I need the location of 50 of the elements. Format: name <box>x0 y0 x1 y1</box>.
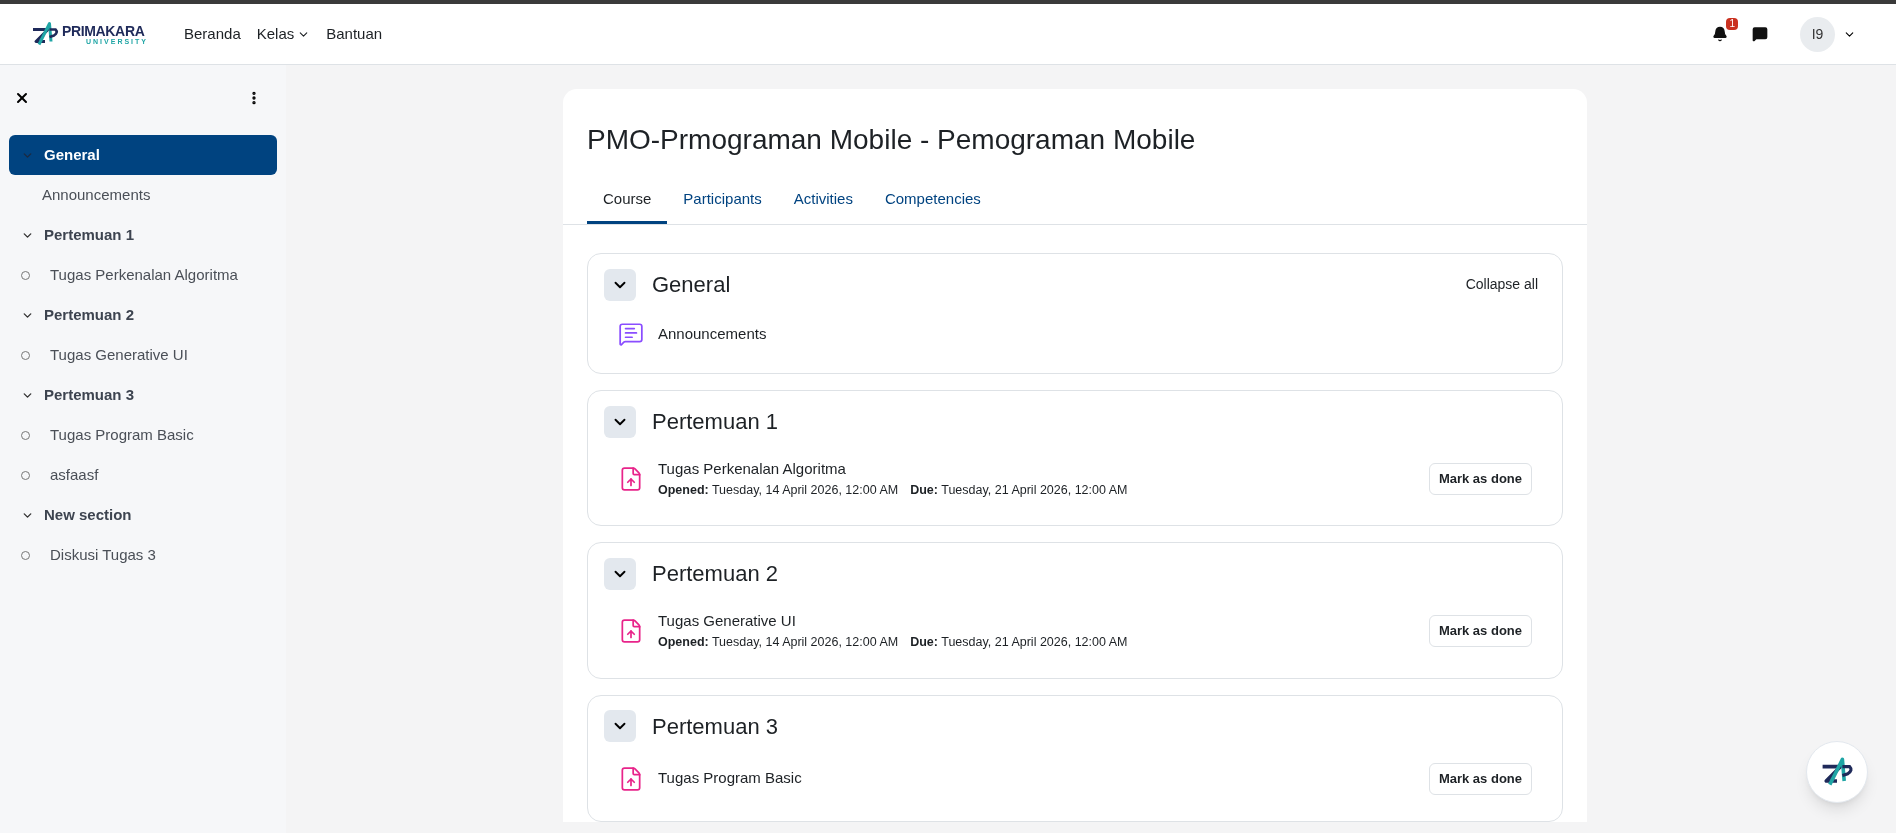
sidebar-section-item[interactable]: New section <box>9 495 277 535</box>
course-tab[interactable]: Participants <box>667 177 778 224</box>
notification-count-badge: 1 <box>1726 18 1738 30</box>
mark-as-done-button[interactable]: Mark as done <box>1428 762 1532 795</box>
sidebar-activity-item[interactable]: Diskusi Tugas 3 <box>9 535 277 575</box>
nav-link[interactable]: Bantuan <box>326 22 383 46</box>
activity-date: Due: Tuesday, 21 April 2026, 12:00 AM <box>910 633 1128 651</box>
section-toggle-button[interactable] <box>604 405 636 438</box>
section-title: Pertemuan 2 <box>652 560 778 589</box>
activity-link[interactable]: Tugas Program Basic <box>658 767 1415 790</box>
nav-link[interactable]: Kelas <box>256 22 311 46</box>
chat-icon <box>1752 26 1768 42</box>
close-icon[interactable] <box>14 90 30 106</box>
course-tab[interactable]: Course <box>587 177 668 224</box>
file-upload-icon <box>618 765 644 792</box>
sidebar-activity-item[interactable]: Announcements <box>0 175 286 215</box>
brand-name: PRIMAKARA <box>62 23 146 38</box>
activity-date: Due: Tuesday, 21 April 2026, 12:00 AM <box>910 481 1128 499</box>
file-upload-icon <box>618 617 644 644</box>
activity-link[interactable]: Tugas Perkenalan Algoritma <box>658 458 1415 481</box>
activity-link[interactable]: Tugas Generative UI <box>658 610 1415 633</box>
section-title: General <box>652 271 731 299</box>
section-title: Pertemuan 1 <box>652 408 778 436</box>
bell-icon <box>1712 26 1728 42</box>
sidebar-section-item[interactable]: Pertemuan 1 <box>9 215 277 255</box>
chat-bubble-icon <box>618 321 644 347</box>
collapse-all-link[interactable]: Collapse all <box>1465 274 1538 295</box>
course-title: PMO-Prmograman Mobile - Pemograman Mobile <box>586 123 1197 157</box>
course-tab[interactable]: Activities <box>777 177 869 224</box>
course-tab[interactable]: Competencies <box>868 177 997 224</box>
mark-as-done-button[interactable]: Mark as done <box>1428 614 1532 647</box>
mark-as-done-button[interactable]: Mark as done <box>1428 462 1532 495</box>
nav-link[interactable]: Beranda <box>184 22 241 46</box>
sidebar-activity-item[interactable]: Tugas Perkenalan Algoritma <box>9 255 277 295</box>
section-toggle-button[interactable] <box>604 268 636 301</box>
section-title: Pertemuan 3 <box>652 712 778 741</box>
sidebar-section-item[interactable]: Pertemuan 2 <box>9 295 277 335</box>
section-toggle-button[interactable] <box>604 557 636 590</box>
file-upload-icon <box>618 465 644 492</box>
activity-date: Opened: Tuesday, 14 April 2026, 12:00 AM <box>658 633 899 651</box>
activity-date: Opened: Tuesday, 14 April 2026, 12:00 AM <box>658 481 899 499</box>
sidebar-section-item[interactable]: Pertemuan 3 <box>9 375 277 415</box>
sidebar-activity-item[interactable]: Tugas Generative UI <box>9 335 277 375</box>
sidebar-section-item[interactable]: General <box>9 135 277 175</box>
user-avatar[interactable]: I9 <box>1800 16 1835 52</box>
sidebar-activity-item[interactable]: Tugas Program Basic <box>9 415 277 455</box>
help-button[interactable] <box>1806 741 1868 803</box>
section-toggle-button[interactable] <box>604 710 636 742</box>
sidebar-activity-item[interactable]: asfaasf <box>9 455 277 495</box>
activity-link[interactable]: Announcements <box>658 322 1532 346</box>
